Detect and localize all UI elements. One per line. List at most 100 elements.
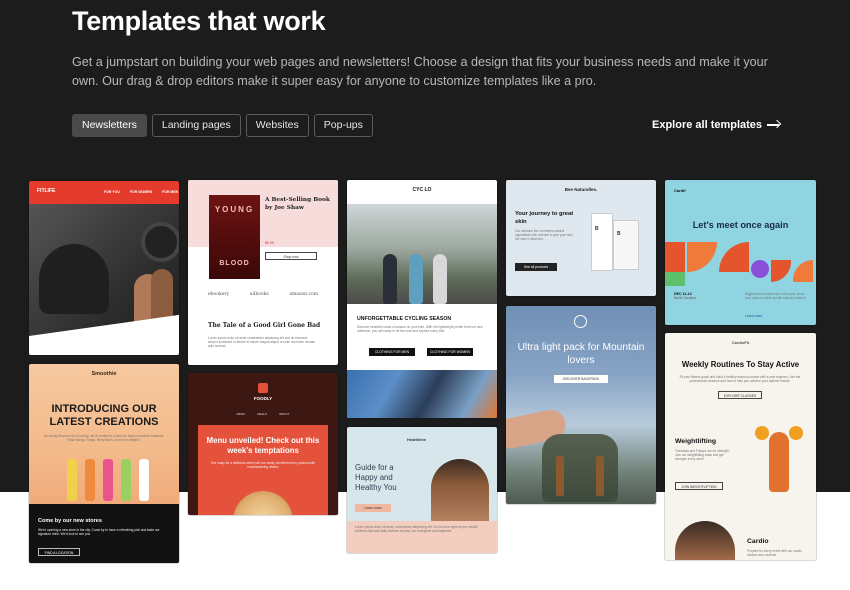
kettlebell-shape	[789, 426, 803, 440]
weightlifter-figure	[747, 418, 811, 510]
decor-shape	[751, 260, 769, 278]
cardiofit-logo: CardioFit	[731, 340, 750, 345]
mountain-headline: Ultra light pack for Mountain lovers	[517, 342, 645, 366]
product-box-letter: B	[595, 226, 599, 232]
fitlife-nav-item: FOR MEN	[162, 190, 179, 194]
template-card-cyclo[interactable]: CYC LO UNFORGETTABLE CYCLING SEASON Disc…	[347, 180, 497, 418]
weight-plate-shape	[141, 222, 179, 262]
cardio-body: Prepare for every event with our cardio …	[747, 549, 802, 558]
decor-shape	[665, 242, 685, 272]
discover-backpack-button: DISCOVER BACKPACK	[554, 375, 608, 383]
smoothie-bottle	[139, 459, 149, 501]
pizza-image	[233, 491, 293, 515]
page-title: Templates that work	[72, 6, 326, 36]
book-cover: YOUNG BLOOD	[209, 195, 260, 279]
book-section-title: The Tale of a Good Girl Gone Bad	[208, 322, 321, 329]
find-location-button: FIND A LOCATION	[38, 548, 80, 556]
cardif-body: Biggest tech conference in this year. Bo…	[745, 292, 807, 301]
template-card-book[interactable]: YOUNG BLOOD A Best-Selling Book by Joe S…	[188, 180, 338, 365]
cyclist-shape	[383, 254, 397, 304]
foodly-nav: MENU DEALS ABOUT	[188, 412, 338, 416]
product-box: B	[591, 213, 613, 271]
retailer-logo: ebookery	[208, 292, 230, 297]
template-card-mountain[interactable]: Ultra light pack for Mountain lovers DIS…	[506, 306, 656, 504]
tab-landing-pages[interactable]: Landing pages	[151, 114, 241, 137]
learn-more-button: Learn more	[355, 504, 391, 512]
weightlifting-body: Tuesdays and Fridays are for strength. J…	[675, 449, 730, 462]
cardiofit-headline: Weekly Routines To Stay Active	[681, 360, 800, 369]
cycling-photo	[347, 204, 497, 304]
product-box: B	[613, 220, 639, 270]
fitlife-logo: FITLIFE	[37, 188, 56, 194]
retailer-logos: ebookery alibooks amazon.com	[208, 292, 318, 297]
athlete-shape	[39, 244, 109, 314]
fabric-image	[347, 370, 497, 418]
foodly-logo-icon	[258, 383, 268, 393]
template-card-healthline[interactable]: Healthline Guide for a Happy and Healthy…	[347, 427, 497, 553]
smoothie-footer-body: We're opening a new store in the city. C…	[38, 528, 160, 537]
smoothie-bottle	[103, 459, 113, 501]
tab-newsletters[interactable]: Newsletters	[72, 114, 147, 137]
fitlife-nav: FOR YOU FOR WOMEN FOR MEN	[104, 190, 178, 194]
clothing-men-button: CLOTHING FOR MEN	[369, 348, 415, 356]
foodly-nav-item: DEALS	[257, 412, 268, 416]
foodly-logo: FOODLY	[253, 396, 273, 401]
cardif-date: DEC 11-14 North Carolina	[674, 292, 696, 300]
explore-classes-button: EXPLORE CLASSES	[718, 391, 762, 399]
cardio-title: Cardio	[747, 538, 769, 545]
tab-websites[interactable]: Websites	[245, 114, 309, 137]
foodly-panel: Menu unveiled! Check out this week's tem…	[198, 425, 328, 515]
foodly-nav-item: ABOUT	[279, 412, 290, 416]
cardif-link: Learn more	[745, 314, 763, 318]
template-card-cardiofit[interactable]: CardioFit Weekly Routines To Stay Active…	[665, 333, 816, 560]
template-card-foodly[interactable]: FOODLY MENU DEALS ABOUT Menu unveiled! C…	[188, 373, 338, 515]
explore-link-label: Explore all templates	[652, 119, 763, 131]
cyclo-headline: UNFORGETTABLE CYCLING SEASON	[357, 316, 452, 322]
shop-now-button: Shop now	[265, 252, 317, 260]
foodly-nav-item: MENU	[236, 412, 246, 416]
backpack-shape	[542, 434, 618, 502]
smoothie-headline: INTRODUCING OUR LATEST CREATIONS	[49, 403, 159, 428]
mountain-logo-icon	[574, 315, 587, 328]
healthline-headline: Guide for a Happy and Healthy You	[355, 463, 397, 492]
fitlife-nav-item: FOR WOMEN	[129, 190, 153, 194]
template-card-bee-naturalles[interactable]: Bee Naturalles. Your journey to great sk…	[506, 180, 656, 296]
foodly-body: Get ready for a delicious week with our …	[210, 461, 316, 470]
clothing-women-button: CLOTHING FOR WOMEN	[427, 348, 473, 356]
template-card-cardif[interactable]: Cardif Let's meet once again DEC 11-14 N…	[665, 180, 816, 325]
book-title: A Best-Selling Book by Joe Shaw	[265, 197, 330, 211]
fitlife-nav-item: FOR YOU	[104, 190, 120, 194]
smoothie-bottle	[85, 459, 95, 501]
fitlife-header-bar: FITLIFE FOR YOU FOR WOMEN FOR MEN	[29, 181, 179, 204]
cyclo-body: Discover beautiful roads of season on yo…	[357, 325, 483, 334]
cyclist-shape	[433, 254, 447, 304]
arrow-right-icon	[767, 120, 781, 130]
book-cover-bottom: BLOOD	[219, 260, 250, 267]
template-card-smoothie[interactable]: Smoothie INTRODUCING OUR LATEST CREATION…	[29, 364, 179, 563]
tab-pop-ups[interactable]: Pop-ups	[313, 114, 373, 137]
decor-shape	[793, 260, 813, 282]
athlete-shape	[769, 432, 789, 492]
book-cover-top: YOUNG	[214, 205, 255, 214]
join-weightlifting-button: JOIN WEIGHTLIFTING	[675, 482, 723, 490]
kettlebell-shape	[755, 426, 769, 440]
explore-all-templates-link[interactable]: Explore all templates	[652, 119, 781, 131]
decor-shape	[687, 242, 717, 272]
foodly-headline: Menu unveiled! Check out this week's tem…	[206, 436, 320, 455]
smoothie-bottle	[121, 459, 131, 501]
retailer-logo: alibooks	[249, 292, 269, 297]
healthline-logo: Healthline	[407, 437, 427, 442]
cardif-logo: Cardif	[674, 188, 686, 193]
template-card-fitlife[interactable]: FITLIFE FOR YOU FOR WOMEN FOR MEN	[29, 181, 179, 355]
cardio-photo	[675, 521, 735, 560]
weightlifting-title: Weightlifting	[675, 438, 717, 445]
woman-photo	[431, 459, 489, 521]
page-description: Get a jumpstart on building your web pag…	[72, 55, 768, 88]
bee-headline: Your journey to great skin	[515, 211, 574, 225]
bee-logo: Bee Naturalles.	[564, 187, 598, 192]
cyclist-shape	[409, 254, 423, 304]
backpack-strap	[556, 456, 564, 496]
decor-shape	[665, 272, 685, 286]
book-price: $9.99	[265, 241, 274, 245]
cyclo-logo: CYC LO	[412, 187, 432, 193]
